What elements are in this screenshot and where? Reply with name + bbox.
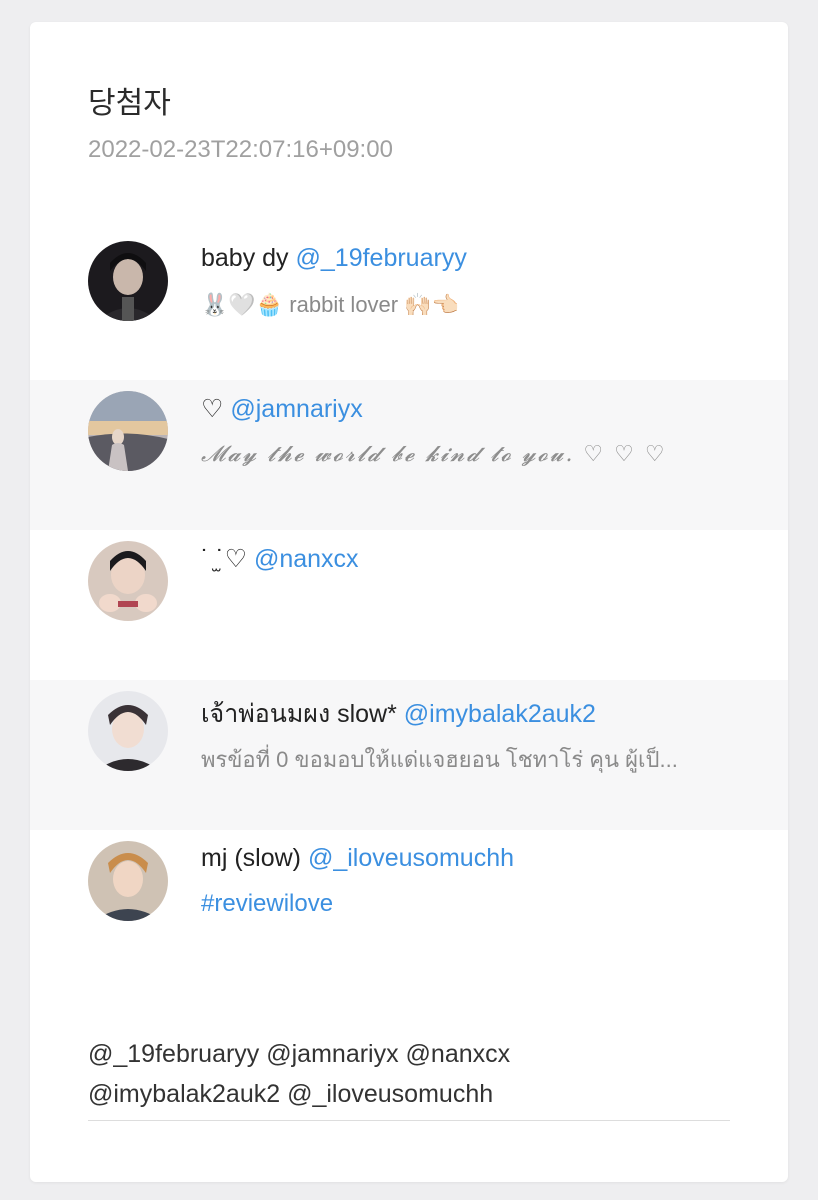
- display-name: baby dy: [201, 244, 289, 272]
- user-handle-link[interactable]: @imybalak2auk2: [404, 700, 596, 728]
- mentions-footer: @_19februaryy @jamnariyx @nanxcx @imybal…: [88, 1034, 730, 1114]
- avatar-photo-icon: [88, 391, 168, 471]
- display-name: ˙ ̫˙♡: [201, 545, 248, 573]
- display-name: เจ้าพ่อนมผง slow*: [201, 700, 397, 728]
- winner-row[interactable]: ˙ ̫˙♡ @nanxcx: [30, 530, 788, 680]
- display-name: ♡: [201, 395, 224, 423]
- mentions-line: @imybalak2auk2 @_iloveusomuchh: [88, 1080, 494, 1108]
- hashtag-link[interactable]: #reviewilove: [201, 890, 333, 918]
- user-bio: 𝓜𝓪𝔂 𝓽𝓱𝓮 𝔀𝓸𝓻𝓵𝓭 𝓫𝓮 𝓴𝓲𝓷𝓭 𝓽𝓸 𝔂𝓸𝓾. ♡ ♡ ♡: [201, 442, 667, 467]
- user-name-line: baby dy @_19februaryy: [201, 244, 467, 273]
- divider: [88, 1120, 730, 1121]
- avatar-photo-icon: [88, 241, 168, 321]
- user-name-line: เจ้าพ่อนมผง slow* @imybalak2auk2: [201, 694, 596, 734]
- avatar-photo-icon: [88, 541, 168, 621]
- winner-row[interactable]: ♡ @jamnariyx 𝓜𝓪𝔂 𝓽𝓱𝓮 𝔀𝓸𝓻𝓵𝓭 𝓫𝓮 𝓴𝓲𝓷𝓭 𝓽𝓸 𝔂𝓸…: [30, 380, 788, 530]
- avatar[interactable]: [88, 241, 168, 321]
- user-handle-link[interactable]: @_iloveusomuchh: [308, 844, 514, 872]
- user-bio: พรข้อที่ 0 ขอมอบให้แด่แจฮยอน โชทาโร่ คุน…: [201, 747, 678, 772]
- user-name-line: mj (slow) @_iloveusomuchh: [201, 844, 514, 873]
- user-handle-link[interactable]: @jamnariyx: [230, 395, 362, 423]
- timestamp: 2022-02-23T22:07:16+09:00: [88, 136, 393, 163]
- avatar-photo-icon: [88, 841, 168, 921]
- winners-card: 당첨자 2022-02-23T22:07:16+09:00 baby dy @_…: [30, 22, 788, 1182]
- avatar-photo-icon: [88, 691, 168, 771]
- avatar[interactable]: [88, 541, 168, 621]
- winner-row[interactable]: baby dy @_19februaryy 🐰🤍🧁 rabbit lover 🙌…: [30, 230, 788, 380]
- avatar[interactable]: [88, 391, 168, 471]
- avatar[interactable]: [88, 691, 168, 771]
- winner-row[interactable]: mj (slow) @_iloveusomuchh #reviewilove: [30, 830, 788, 980]
- user-handle-link[interactable]: @nanxcx: [254, 545, 359, 573]
- winner-list: baby dy @_19februaryy 🐰🤍🧁 rabbit lover 🙌…: [30, 230, 788, 980]
- avatar[interactable]: [88, 841, 168, 921]
- user-bio: 🐰🤍🧁 rabbit lover 🙌🏻👈🏻: [201, 292, 460, 317]
- mentions-line: @_19februaryy @jamnariyx @nanxcx: [88, 1040, 511, 1068]
- display-name: mj (slow): [201, 844, 301, 872]
- page-title: 당첨자: [88, 86, 171, 121]
- winner-row[interactable]: เจ้าพ่อนมผง slow* @imybalak2auk2 พรข้อที…: [30, 680, 788, 830]
- user-name-line: ˙ ̫˙♡ @nanxcx: [201, 544, 359, 574]
- user-handle-link[interactable]: @_19februaryy: [296, 244, 467, 272]
- user-name-line: ♡ @jamnariyx: [201, 394, 363, 424]
